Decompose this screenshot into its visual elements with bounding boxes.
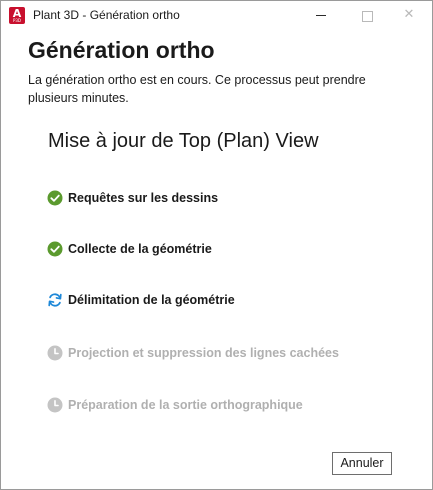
check-circle-icon xyxy=(47,190,63,206)
close-button: ✕ xyxy=(386,1,432,31)
cancel-button[interactable]: Annuler xyxy=(332,452,392,475)
check-circle-icon xyxy=(47,241,63,257)
minimize-icon xyxy=(316,15,326,16)
step-label: Projection et suppression des lignes cac… xyxy=(68,346,339,360)
app-icon-sub: P3D xyxy=(12,18,22,23)
minimize-button[interactable] xyxy=(298,1,344,31)
step-label: Collecte de la géométrie xyxy=(68,242,212,256)
dialog-heading: Génération ortho xyxy=(28,37,215,63)
step-label: Préparation de la sortie orthographique xyxy=(68,398,303,412)
window-title: Plant 3D - Génération ortho xyxy=(33,8,180,22)
dialog-window: A P3D Plant 3D - Génération ortho ✕ Géné… xyxy=(0,0,433,490)
close-icon: ✕ xyxy=(403,7,415,22)
clock-icon xyxy=(47,397,63,413)
title-bar[interactable]: A P3D Plant 3D - Génération ortho ✕ xyxy=(1,1,432,31)
refresh-icon xyxy=(48,293,62,307)
maximize-icon xyxy=(362,11,373,22)
maximize-button xyxy=(344,1,390,31)
step-label: Délimitation de la géométrie xyxy=(68,293,235,307)
step-label: Requêtes sur les dessins xyxy=(68,191,219,205)
dialog-description: La génération ortho est en cours. Ce pro… xyxy=(28,73,366,105)
current-view-heading: Mise à jour de Top (Plan) View xyxy=(48,130,319,152)
clock-icon xyxy=(47,345,63,361)
autodesk-app-icon: A P3D xyxy=(9,7,25,24)
